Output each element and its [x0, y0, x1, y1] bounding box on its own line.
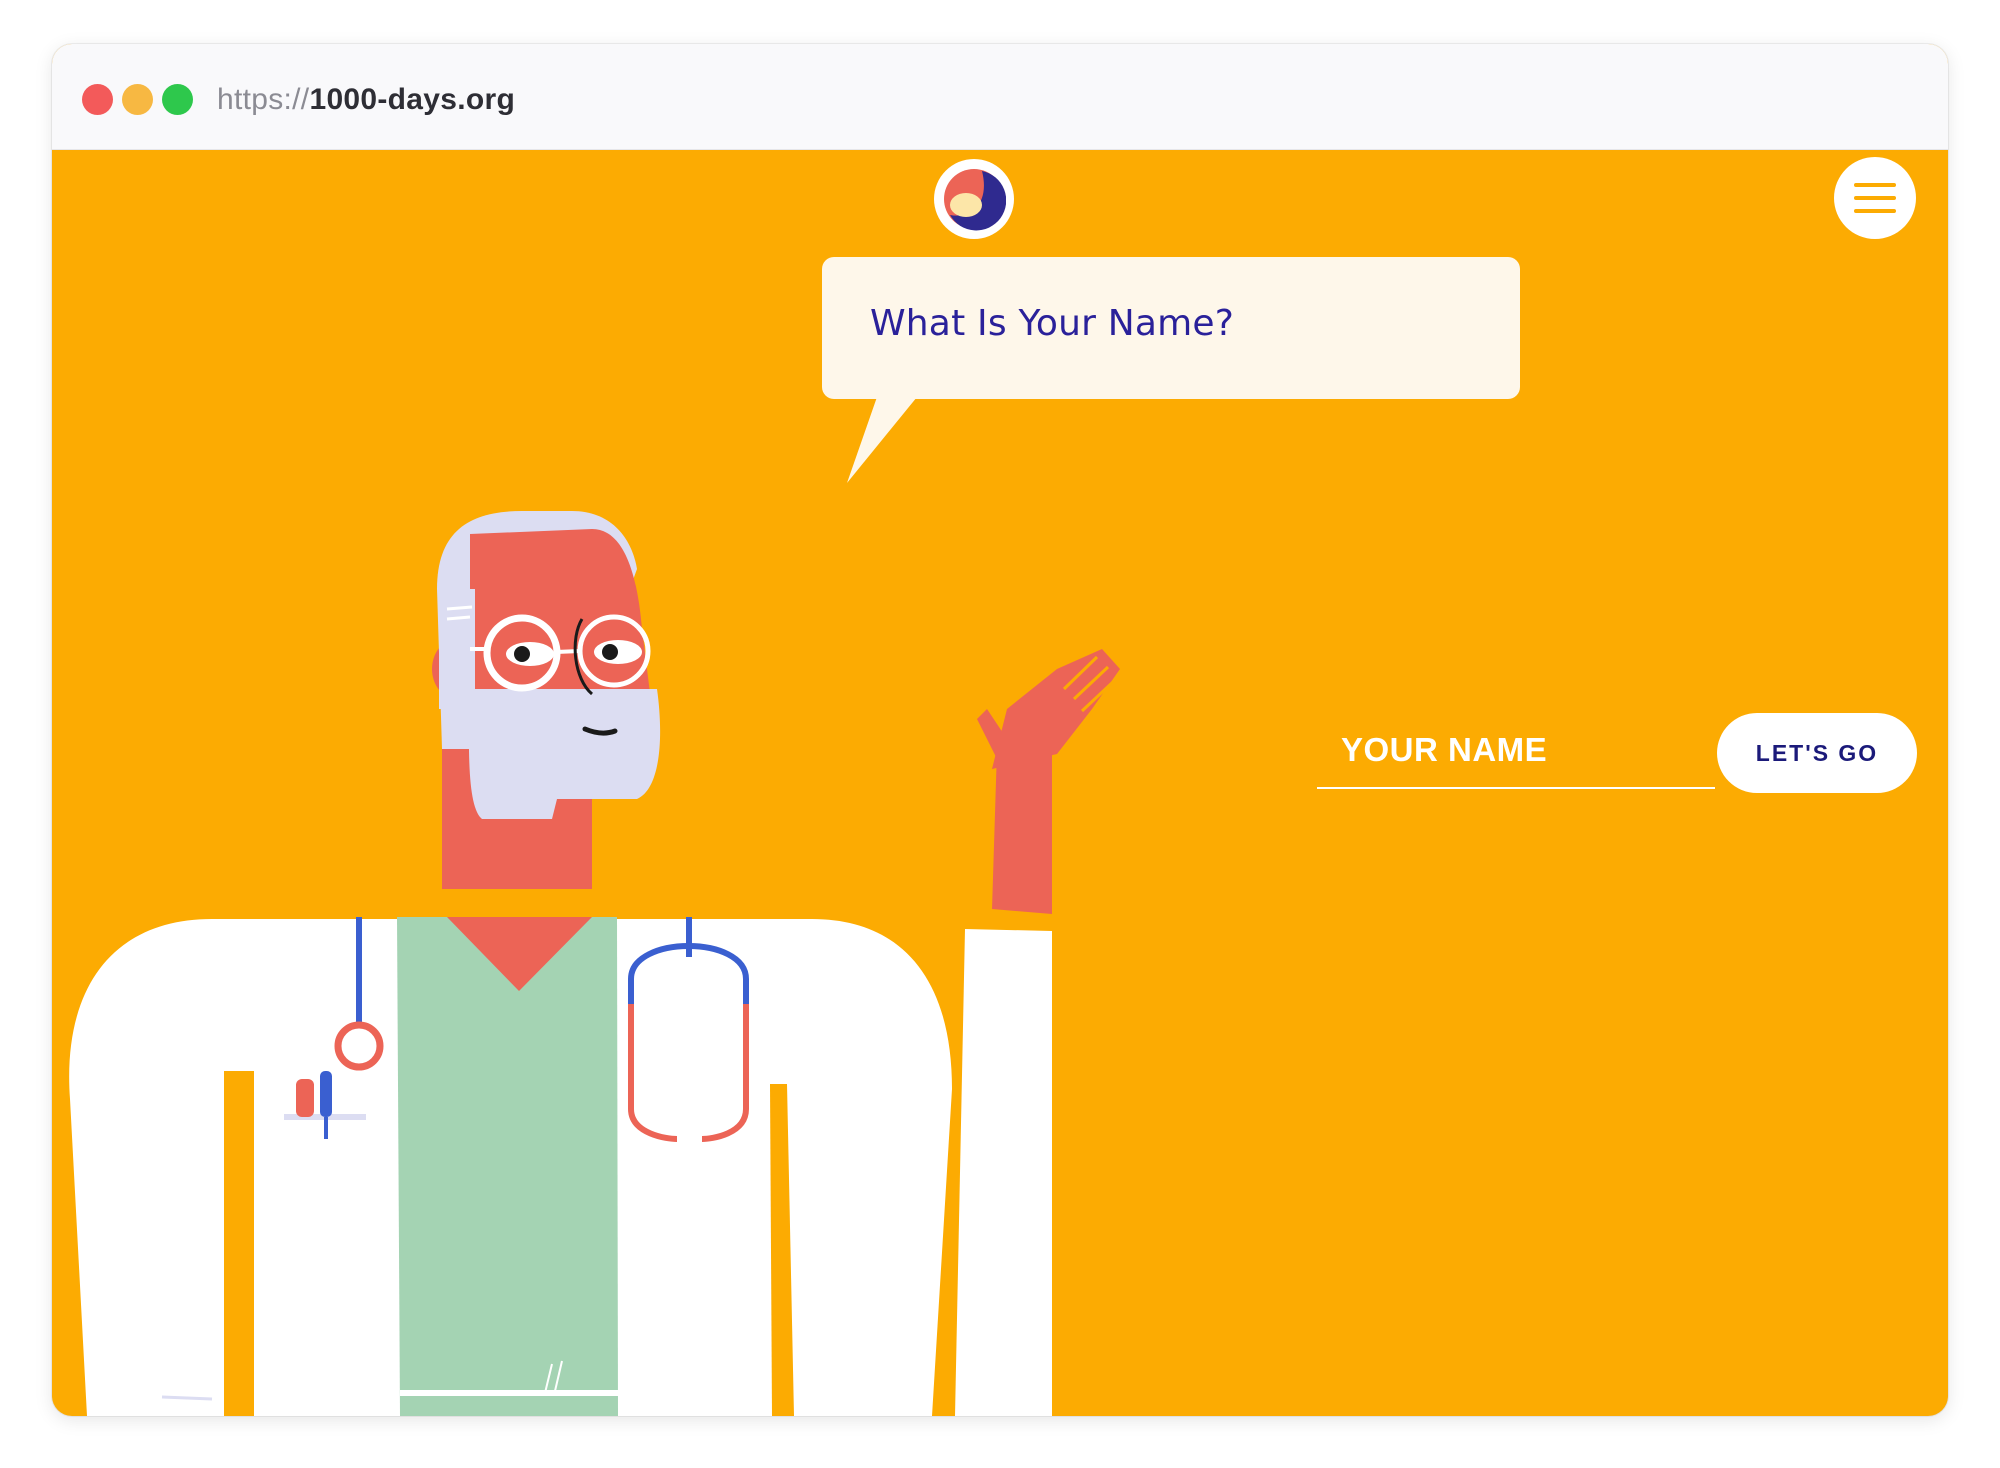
speech-bubble: What Is Your Name?	[822, 257, 1520, 399]
hamburger-menu-button[interactable]	[1834, 157, 1916, 239]
address-bar[interactable]: https://1000-days.org	[217, 78, 515, 122]
bubble-question: What Is Your Name?	[870, 303, 1235, 344]
lets-go-button[interactable]: LET'S GO	[1717, 713, 1917, 793]
close-window-button[interactable]	[82, 84, 113, 115]
maximize-window-button[interactable]	[162, 84, 193, 115]
minimize-window-button[interactable]	[122, 84, 153, 115]
browser-window: https://1000-days.org What Is Your Name?…	[52, 44, 1948, 1416]
url-host: 1000-days.org	[309, 83, 516, 116]
page-content: What Is Your Name? LET'S GO	[52, 149, 1948, 1416]
name-input[interactable]	[1317, 713, 1715, 789]
speech-bubble-tail	[847, 397, 917, 483]
site-logo-icon	[944, 169, 1006, 231]
site-logo[interactable]	[934, 159, 1014, 239]
url-scheme: https://	[217, 83, 310, 116]
browser-toolbar: https://1000-days.org	[52, 44, 1948, 150]
